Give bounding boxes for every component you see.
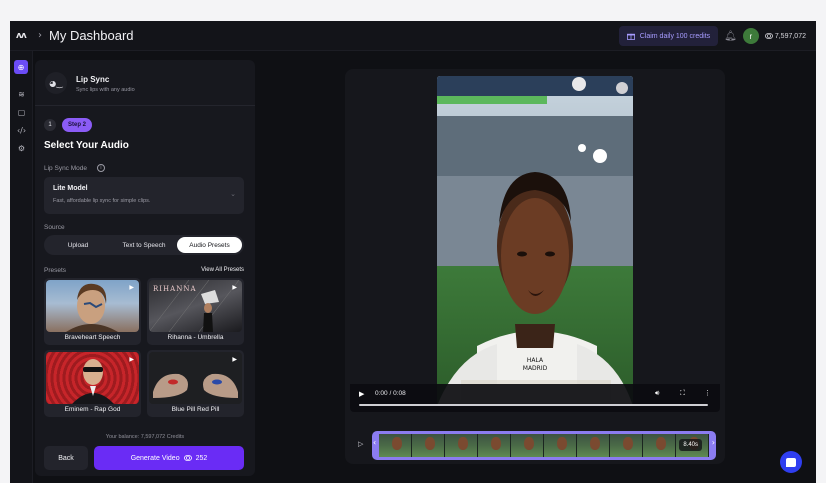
pills-image bbox=[153, 373, 238, 398]
source-label: Source bbox=[44, 224, 65, 231]
chat-support-button[interactable] bbox=[780, 451, 802, 473]
layers-icon[interactable]: ≋ bbox=[15, 88, 28, 101]
play-icon[interactable]: ▶ bbox=[359, 390, 364, 398]
avatar[interactable]: r bbox=[742, 28, 759, 44]
tab-text-to-speech[interactable]: Text to Speech bbox=[111, 237, 177, 253]
video-controls: ▶ 0:00 / 0:08 🔊︎ ⛶ ⋮ bbox=[350, 384, 720, 412]
app-logo[interactable]: ᴧᴧ bbox=[16, 31, 38, 41]
braveheart-image bbox=[66, 283, 118, 332]
side-nav: ⊕ ≋ ▢ ‹/› ⚙ bbox=[10, 51, 33, 483]
rihanna-image: RIHANNA bbox=[149, 280, 240, 332]
eminem-image bbox=[72, 359, 114, 404]
preset-card-rihanna[interactable]: RIHANNA ▶ Rihanna - Umbrella bbox=[147, 278, 244, 345]
preset-label: Blue Pill Red Pill bbox=[171, 406, 220, 413]
timeline-strip[interactable]: ‹ 8.40s › bbox=[372, 431, 716, 460]
svg-text:MADRID: MADRID bbox=[523, 365, 548, 372]
mode-description: Fast, affordable lip sync for simple cli… bbox=[53, 198, 151, 204]
frame-thumb bbox=[478, 434, 511, 457]
tab-audio-presets[interactable]: Audio Presets bbox=[177, 237, 242, 253]
tab-upload[interactable]: Upload bbox=[46, 237, 110, 253]
frame-thumb bbox=[445, 434, 478, 457]
tool-title: Lip Sync bbox=[76, 75, 110, 84]
lips-icon: ◕‿ bbox=[45, 72, 67, 94]
frame-thumb bbox=[379, 434, 412, 457]
tool-header: ◕‿ Lip Sync Sync lips with any audio bbox=[35, 60, 255, 106]
page-title: My Dashboard bbox=[49, 28, 134, 43]
svg-text:HALA: HALA bbox=[527, 357, 544, 364]
frame-thumb bbox=[643, 434, 676, 457]
preset-thumbnail: ▶ bbox=[149, 352, 242, 404]
credits-value: 7,597,072 bbox=[774, 32, 806, 40]
video-player[interactable]: HALA MADRID bbox=[437, 76, 633, 406]
chevron-down-icon: ⌄ bbox=[230, 190, 236, 198]
top-bar: ᴧᴧ › My Dashboard Claim daily 100 credit… bbox=[10, 21, 816, 51]
video-time: 0:00 / 0:08 bbox=[375, 390, 406, 397]
preset-card-braveheart[interactable]: ▶ Braveheart Speech bbox=[44, 278, 141, 345]
video-frame: HALA MADRID bbox=[437, 76, 633, 406]
tool-subtitle: Sync lips with any audio bbox=[76, 87, 135, 93]
view-all-presets-link[interactable]: View All Presets bbox=[201, 267, 244, 273]
mode-name: Lite Model bbox=[53, 185, 88, 192]
rihanna-thumb-text: RIHANNA bbox=[153, 285, 197, 293]
frame-thumb bbox=[544, 434, 577, 457]
header-actions: Claim daily 100 credits 🔔︎ r 7,597,072 bbox=[618, 26, 806, 46]
timeline-play-icon[interactable]: ▷ bbox=[358, 440, 363, 448]
volume-icon[interactable]: 🔊︎ bbox=[655, 389, 659, 398]
step-pill[interactable]: Step 2 bbox=[62, 118, 92, 132]
play-icon: ▶ bbox=[232, 356, 237, 363]
lip-sync-panel: ◕‿ Lip Sync Sync lips with any audio 1 S… bbox=[35, 60, 255, 476]
play-icon: ▶ bbox=[129, 284, 134, 291]
preset-thumbnail: ▶ bbox=[46, 352, 139, 404]
coin-icon bbox=[764, 33, 773, 39]
source-tabs: Upload Text to Speech Audio Presets bbox=[44, 235, 244, 255]
lip-sync-mode-select[interactable]: Lite Model Fast, affordable lip sync for… bbox=[44, 177, 244, 214]
app-window: ᴧᴧ › My Dashboard Claim daily 100 credit… bbox=[10, 21, 816, 483]
claim-credits-label: Claim daily 100 credits bbox=[639, 32, 711, 40]
preset-label: Braveheart Speech bbox=[64, 334, 121, 341]
preset-thumbnail: ▶ bbox=[46, 280, 139, 332]
video-stage: HALA MADRID ▶ 0:00 / 0:08 🔊︎ ⛶ ⋮ bbox=[345, 69, 725, 464]
generate-cost: 252 bbox=[195, 454, 208, 462]
play-icon: ▶ bbox=[129, 356, 134, 363]
seek-bar[interactable] bbox=[359, 404, 708, 406]
back-button[interactable]: Back bbox=[44, 446, 88, 470]
duration-badge: 8.40s bbox=[679, 439, 702, 451]
lip-sync-mode-label: Lip Sync Mode bbox=[44, 165, 87, 172]
trim-right-handle[interactable]: › bbox=[712, 438, 715, 447]
gift-icon bbox=[626, 33, 635, 40]
frame-thumb bbox=[577, 434, 610, 457]
preset-card-blue-pill[interactable]: ▶ Blue Pill Red Pill bbox=[147, 350, 244, 417]
preset-thumbnail: RIHANNA ▶ bbox=[149, 280, 242, 332]
fullscreen-icon[interactable]: ⛶ bbox=[680, 389, 685, 398]
preset-card-eminem[interactable]: ▶ Eminem - Rap God bbox=[44, 350, 141, 417]
timeline-frames bbox=[379, 434, 709, 457]
step-number[interactable]: 1 bbox=[44, 119, 56, 131]
trim-left-handle[interactable]: ‹ bbox=[373, 438, 376, 447]
claim-credits-button[interactable]: Claim daily 100 credits bbox=[618, 26, 719, 46]
settings-icon[interactable]: ⚙ bbox=[15, 142, 28, 155]
play-icon: ▶ bbox=[232, 284, 237, 291]
create-icon[interactable]: ⊕ bbox=[14, 60, 28, 74]
generate-video-button[interactable]: Generate Video 252 bbox=[94, 446, 244, 470]
coin-icon bbox=[183, 455, 192, 461]
generate-label: Generate Video bbox=[130, 454, 180, 462]
preset-label: Rihanna - Umbrella bbox=[167, 334, 224, 341]
chevron-right-icon: › bbox=[38, 30, 42, 41]
preset-label: Eminem - Rap God bbox=[64, 406, 121, 413]
code-icon[interactable]: ‹/› bbox=[15, 124, 28, 137]
chat-icon bbox=[786, 457, 796, 467]
credits-balance: 7,597,072 bbox=[764, 32, 806, 40]
presets-label: Presets bbox=[44, 267, 67, 274]
frame-thumb bbox=[511, 434, 544, 457]
more-options-icon[interactable]: ⋮ bbox=[704, 389, 711, 397]
frame-thumb bbox=[412, 434, 445, 457]
balance-text: Your balance: 7,597,072 Credits bbox=[105, 434, 185, 440]
box-icon[interactable]: ▢ bbox=[15, 106, 28, 119]
bell-icon[interactable]: 🔔︎ bbox=[724, 31, 737, 42]
step-title: Select Your Audio bbox=[44, 140, 129, 151]
frame-thumb bbox=[610, 434, 643, 457]
info-icon[interactable]: i bbox=[97, 164, 105, 172]
